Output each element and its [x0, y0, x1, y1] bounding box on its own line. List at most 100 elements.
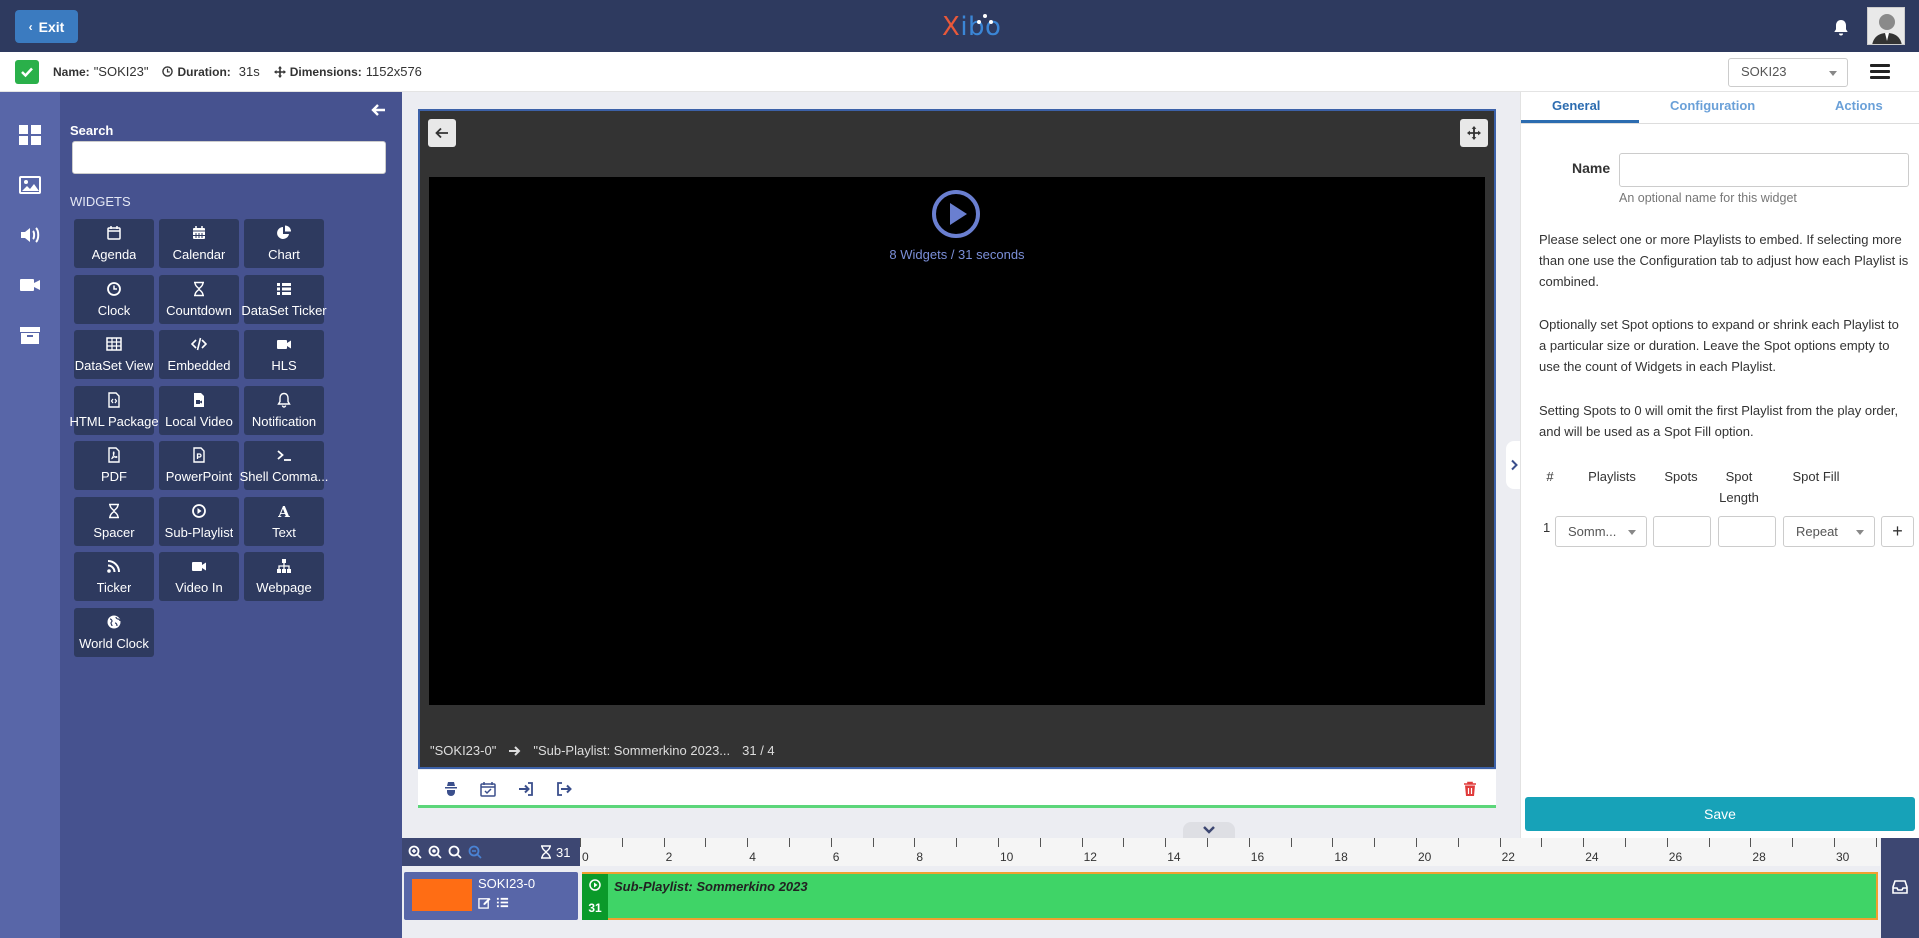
dimensions-value: 1152x576: [365, 64, 422, 79]
file-powerpoint-icon: [193, 447, 205, 463]
widget-tile-dataset-ticker[interactable]: DataSet Ticker: [241, 274, 327, 324]
widget-tile-shell-comma[interactable]: Shell Comma...: [240, 441, 328, 490]
arrows-icon: [1467, 126, 1481, 140]
widget-tile-powerpoint[interactable]: PowerPoint: [159, 441, 239, 490]
layout-select[interactable]: SOKI23: [1728, 58, 1848, 87]
collapse-timeline-button[interactable]: [1183, 822, 1235, 838]
widget-tile-html-package[interactable]: HTML Package: [69, 385, 159, 435]
widget-name-input[interactable]: [1619, 153, 1909, 187]
timeline-region[interactable]: SOKI23-0: [404, 872, 578, 920]
widget-tile-dataset-view[interactable]: DataSet View: [74, 330, 154, 379]
clock-icon: [162, 66, 174, 77]
font-icon: A: [277, 503, 290, 519]
widget-tile-notification[interactable]: Notification: [244, 385, 324, 435]
ruler-tick: [1374, 838, 1376, 847]
widget-tile-text[interactable]: A Text: [244, 496, 324, 546]
add-playlist-button[interactable]: +: [1881, 516, 1914, 547]
widget-tile-pdf[interactable]: PDF: [74, 441, 154, 490]
video-camera-icon: [192, 562, 206, 571]
file-video-icon: [194, 392, 204, 407]
timeline-side-panel: [1881, 838, 1919, 938]
ruler-tick-label: 30: [1836, 850, 1850, 864]
ruler-tick: [872, 838, 874, 847]
widget-tile-webpage[interactable]: Webpage: [244, 552, 324, 601]
list-icon[interactable]: [496, 896, 509, 909]
tab-actions[interactable]: Actions: [1835, 98, 1883, 113]
ruler-tick: [789, 838, 790, 847]
widget-tile-chart[interactable]: Chart: [244, 219, 324, 268]
col-header-spot-length: Spot Length: [1719, 469, 1759, 505]
ruler-tick-label: 14: [1167, 850, 1181, 864]
arrow-left-icon[interactable]: [370, 102, 386, 118]
widget-tile-ticker[interactable]: Ticker: [74, 552, 154, 601]
widget-tile-local-video[interactable]: Local Video: [159, 385, 239, 435]
widget-tile-video-in[interactable]: Video In: [159, 552, 239, 601]
hamburger-menu-icon[interactable]: [1870, 64, 1890, 80]
widget-tile-sub-playlist[interactable]: Sub-Playlist: [159, 496, 239, 546]
widget-tile-label: Local Video: [165, 413, 233, 429]
ruler-tick: [1457, 838, 1459, 847]
pie-chart-icon: [277, 225, 291, 239]
ruler-tick: [1750, 838, 1752, 847]
inbox-icon[interactable]: [1892, 880, 1908, 894]
widget-tile-hls[interactable]: HLS: [244, 330, 324, 379]
timeline-widget[interactable]: 31 Sub-Playlist: Sommerkino 2023: [582, 872, 1878, 920]
sign-in-icon[interactable]: [518, 781, 534, 797]
calendar-icon: [107, 226, 121, 240]
widget-tile-world-clock[interactable]: World Clock: [74, 607, 154, 657]
user-avatar[interactable]: [1867, 7, 1905, 45]
edit-icon[interactable]: [478, 896, 491, 909]
ruler-tick: [1039, 838, 1041, 847]
trash-icon[interactable]: [1462, 781, 1478, 797]
playlist-select[interactable]: Somm...: [1555, 516, 1647, 547]
bell-icon[interactable]: [1831, 18, 1851, 38]
widget-tile-agenda[interactable]: Agenda: [74, 219, 154, 268]
widgets-grid-icon[interactable]: [19, 124, 41, 146]
spot-fill-select[interactable]: Repeat: [1783, 516, 1875, 547]
user-secret-icon[interactable]: [443, 781, 459, 797]
save-button[interactable]: Save: [1525, 797, 1915, 831]
chevron-down-icon: [1203, 826, 1215, 834]
image-icon[interactable]: [19, 174, 41, 196]
widget-tile-countdown[interactable]: Countdown: [159, 274, 239, 324]
plus-icon: +: [1892, 521, 1903, 541]
ruler-tick: [830, 838, 832, 847]
widget-tile-label: PowerPoint: [165, 469, 233, 484]
widget-tile-spacer[interactable]: Spacer: [74, 496, 154, 546]
archive-icon[interactable]: [19, 324, 41, 346]
top-navbar: ‹ Exit Xibo: [0, 0, 1919, 52]
list-icon: [277, 282, 291, 295]
play-circle-icon[interactable]: [932, 190, 980, 238]
timeline-scale[interactable]: 0 2 4 6 8 10 12 14 16 18 20 22 24 26 28 30: [580, 838, 1880, 866]
widget-tile-embedded[interactable]: Embedded: [159, 330, 239, 379]
back-button[interactable]: [428, 119, 456, 147]
exit-button[interactable]: ‹ Exit: [15, 10, 78, 43]
ruler-tick: [1541, 838, 1543, 847]
tab-general[interactable]: General: [1552, 98, 1600, 113]
calendar-check-icon[interactable]: [480, 781, 496, 797]
widget-tile-label: PDF: [101, 469, 127, 484]
layout-canvas[interactable]: 8 Widgets / 31 seconds: [429, 177, 1485, 705]
tab-configuration[interactable]: Configuration: [1670, 98, 1755, 113]
zoom-in-icon[interactable]: [408, 845, 422, 859]
zoom-fit-icon[interactable]: [428, 845, 442, 859]
spot-length-input[interactable]: [1718, 516, 1776, 547]
widget-tile-label: Spacer: [93, 524, 135, 540]
zoom-reset-icon[interactable]: [448, 845, 462, 859]
widget-tile-clock[interactable]: Clock: [74, 274, 154, 324]
fullscreen-button[interactable]: [1460, 119, 1488, 147]
sign-out-icon[interactable]: [556, 781, 572, 797]
widget-toolbox: Search Widgets Agenda Calendar Chart Clock C…: [60, 92, 402, 938]
layout-info-bar: Name: "SOKI23" Duration: 31s Dimensions:…: [0, 52, 1919, 92]
widget-tile-label: HTML Package: [69, 413, 159, 429]
audio-icon[interactable]: [19, 224, 41, 246]
zoom-out-icon[interactable]: [468, 845, 482, 859]
search-input[interactable]: [72, 141, 386, 174]
timeline: 31 0 2 4 6 8 10 12 14 16 18 20 22 24 26 28 30 SOKI23-0 …: [402, 838, 1919, 938]
widget-tile-calendar[interactable]: Calendar: [159, 219, 239, 268]
col-header-playlists: Playlists: [1588, 469, 1636, 484]
ruler-tick-label: 0: [582, 850, 589, 864]
spots-input[interactable]: [1653, 516, 1711, 547]
video-icon[interactable]: [19, 274, 41, 296]
logo-dots: [975, 14, 995, 26]
